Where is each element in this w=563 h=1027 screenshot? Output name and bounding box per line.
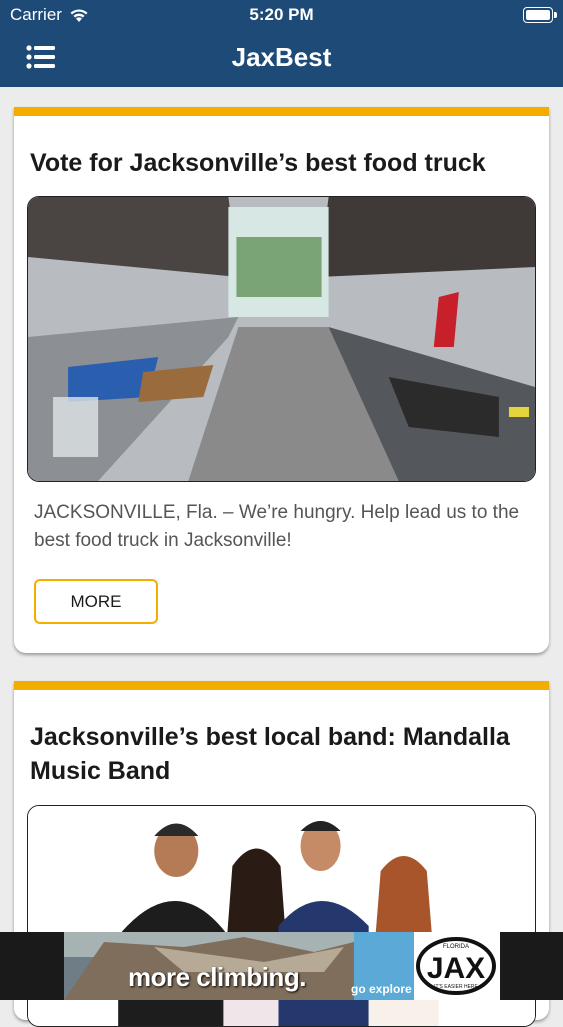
battery-icon <box>523 7 557 23</box>
more-button[interactable]: MORE <box>34 579 158 624</box>
top-bar: Carrier 5:20 PM JaxBest <box>0 0 563 87</box>
app-title: JaxBest <box>231 42 332 72</box>
svg-text:FLORIDA: FLORIDA <box>443 944 469 950</box>
clock: 5:20 PM <box>249 5 314 24</box>
status-bar: Carrier 5:20 PM <box>0 0 563 30</box>
ad-tagline: go explore <box>351 982 412 996</box>
article-summary: JACKSONVILLE, Fla. – We’re hungry. Help … <box>34 502 520 551</box>
article-card[interactable]: Vote for Jacksonville’s best food truck <box>14 107 549 653</box>
ad-banner-bar: more climbing. go explore JAX FLORIDA IT… <box>0 932 563 1000</box>
jax-logo: JAX FLORIDA IT'S EASIER HERE <box>416 936 496 996</box>
advertisement[interactable]: more climbing. go explore JAX FLORIDA IT… <box>64 932 500 1000</box>
article-title[interactable]: Vote for Jacksonville’s best food truck <box>30 146 529 180</box>
ad-headline: more climbing. <box>128 962 306 992</box>
food-truck-photo[interactable] <box>27 196 536 482</box>
article-title[interactable]: Jacksonville’s best local band: Mandalla… <box>30 720 529 788</box>
svg-text:IT'S EASIER HERE: IT'S EASIER HERE <box>434 984 478 990</box>
svg-text:JAX: JAX <box>427 952 485 985</box>
